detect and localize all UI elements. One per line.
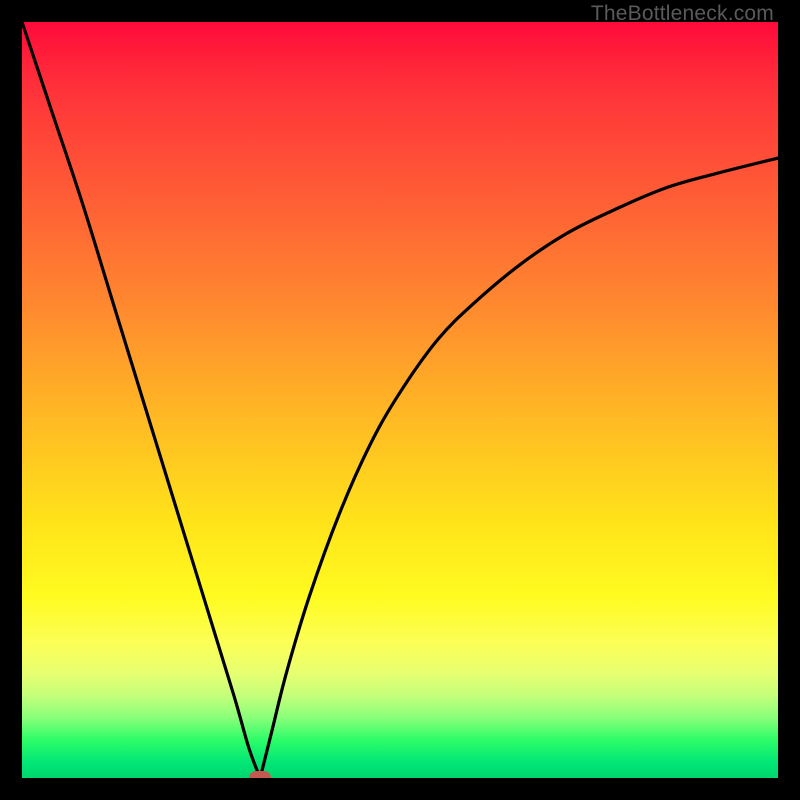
minimum-marker	[249, 771, 271, 778]
bottleneck-curve	[22, 22, 778, 778]
plot-area	[22, 22, 778, 778]
chart-frame: TheBottleneck.com	[0, 0, 800, 800]
